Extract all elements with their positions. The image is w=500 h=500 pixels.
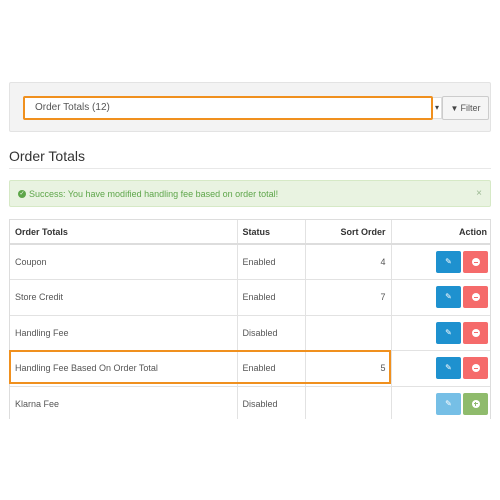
uninstall-button[interactable] <box>463 286 488 309</box>
alert-message: Success: You have modified handling fee … <box>29 188 279 199</box>
edit-button[interactable]: ✎ <box>436 357 461 380</box>
row-name: Klarna Fee <box>10 385 238 419</box>
table-row: Handling Fee Disabled ✎ <box>10 314 490 351</box>
filter-icon: ▼ <box>450 103 459 113</box>
check-circle-icon: ✓ <box>18 189 26 198</box>
minus-circle-icon <box>471 293 480 302</box>
row-sort-order: 5 <box>304 350 392 387</box>
column-header-sort-order: Sort Order <box>304 220 392 245</box>
minus-circle-icon <box>471 364 480 373</box>
row-status: Enabled <box>236 243 306 280</box>
row-name: Handling Fee Based On Order Total <box>10 350 238 387</box>
edit-button-disabled: ✎ <box>436 392 461 415</box>
chevron-down-icon[interactable]: ▾ <box>433 97 442 119</box>
extension-type-select[interactable]: Order Totals (12) <box>23 96 433 120</box>
row-actions: ✎ <box>390 385 490 419</box>
pencil-icon: ✎ <box>445 398 452 408</box>
row-status: Disabled <box>236 314 306 351</box>
edit-button[interactable]: ✎ <box>436 286 461 309</box>
table-row-highlighted: Handling Fee Based On Order Total Enable… <box>10 350 490 387</box>
row-status: Enabled <box>236 279 306 316</box>
column-header-status: Status <box>236 220 306 245</box>
column-header-name[interactable]: Order Totals <box>10 220 238 245</box>
pencil-icon: ✎ <box>445 257 452 266</box>
table-row: Coupon Enabled 4 ✎ <box>10 243 490 280</box>
row-name: Store Credit <box>10 279 238 316</box>
success-alert: ✓ Success: You have modified handling fe… <box>9 180 491 207</box>
table-row: Store Credit Enabled 7 ✎ <box>10 279 490 316</box>
row-actions: ✎ <box>390 279 490 316</box>
filter-button[interactable]: ▼ Filter <box>442 96 489 120</box>
uninstall-button[interactable] <box>463 251 488 273</box>
close-icon[interactable]: × <box>476 188 482 199</box>
install-button[interactable] <box>463 392 488 415</box>
uninstall-button[interactable] <box>463 321 488 344</box>
row-actions: ✎ <box>390 314 490 351</box>
filter-panel: Order Totals (12) ▾ ▼ Filter <box>9 82 491 132</box>
row-sort-order <box>304 385 392 419</box>
row-name: Coupon <box>10 243 238 280</box>
edit-button[interactable]: ✎ <box>436 321 461 344</box>
column-header-action: Action <box>390 220 490 245</box>
row-actions: ✎ <box>390 350 490 387</box>
pencil-icon: ✎ <box>445 327 452 337</box>
row-status: Enabled <box>236 350 306 387</box>
table-row: Klarna Fee Disabled ✎ <box>10 385 490 419</box>
row-actions: ✎ <box>390 243 490 280</box>
page-title: Order Totals <box>9 148 85 164</box>
row-sort-order: 4 <box>304 243 392 280</box>
pencil-icon: ✎ <box>445 292 452 302</box>
row-sort-order: 7 <box>304 279 392 316</box>
pencil-icon: ✎ <box>445 363 452 373</box>
row-status: Disabled <box>236 385 306 419</box>
row-name: Handling Fee <box>10 314 238 351</box>
filter-button-label: Filter <box>460 103 481 113</box>
title-divider <box>9 168 491 169</box>
row-sort-order <box>304 314 392 351</box>
minus-circle-icon <box>471 258 480 266</box>
plus-circle-icon <box>471 399 480 408</box>
order-totals-table: Order Totals Status Sort Order Action Co… <box>9 219 491 419</box>
edit-button[interactable]: ✎ <box>436 251 461 273</box>
minus-circle-icon <box>471 328 480 337</box>
uninstall-button[interactable] <box>463 357 488 380</box>
